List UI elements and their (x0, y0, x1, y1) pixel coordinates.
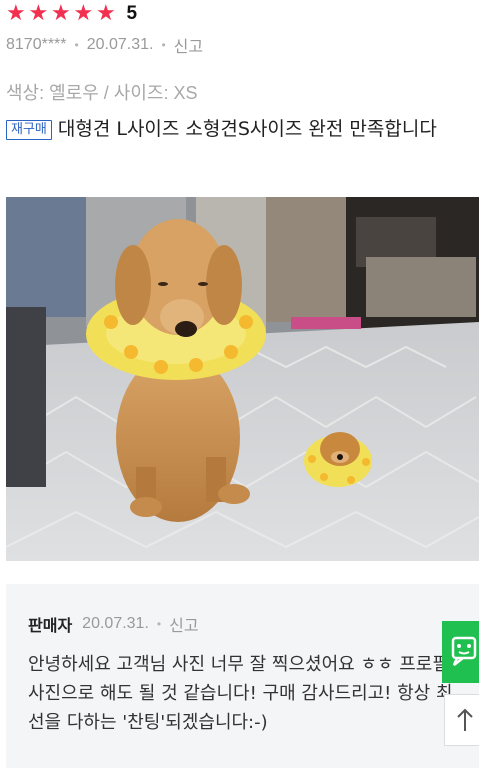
report-link[interactable]: 신고 (174, 33, 203, 57)
separator-dot: • (156, 617, 162, 631)
rating-row: ★ ★ ★ ★ ★ 5 (6, 2, 137, 26)
review-date: 20.07.31. (86, 36, 154, 53)
arrow-up-icon (456, 708, 473, 731)
star-icon: ★ (73, 1, 94, 26)
star-icon: ★ (51, 1, 71, 26)
rating-value: 5 (126, 3, 138, 24)
chat-bubble-icon (451, 636, 477, 666)
review-body: 재구매 대형견 L사이즈 소형견S사이즈 완전 만족합니다 (6, 114, 476, 145)
review-photo-image (6, 197, 479, 561)
separator-dot: • (74, 38, 79, 52)
seller-reply-text: 안녕하세요 고객님 사진 너무 잘 찍으셨어요 ㅎㅎ 프로필 사진으로 해도 될… (28, 654, 453, 733)
repurchase-badge: 재구매 (6, 120, 52, 140)
star-rating: ★ ★ ★ ★ ★ (6, 3, 119, 25)
chat-button[interactable] (442, 621, 479, 683)
review-text: 대형견 L사이즈 소형견S사이즈 완전 만족합니다 (57, 118, 437, 140)
seller-report-link[interactable]: 신고 (169, 612, 198, 636)
separator-dot: • (161, 38, 166, 52)
seller-reply-header: 판매자 20.07.31. • 신고 (28, 612, 199, 636)
seller-reply-date: 20.07.31. (82, 615, 149, 632)
seller-reply: 판매자 20.07.31. • 신고 안녕하세요 고객님 사진 너무 잘 찍으셨… (6, 584, 479, 768)
review-meta: 8170**** • 20.07.31. • 신고 (6, 33, 203, 57)
review-photo[interactable] (6, 197, 479, 561)
reviewer-id: 8170**** (6, 36, 67, 53)
star-icon: ★ (96, 1, 116, 26)
purchase-options: 색상: 옐로우 / 사이즈: XS (6, 83, 198, 103)
star-icon: ★ (6, 1, 26, 26)
scroll-top-button[interactable] (444, 694, 479, 746)
seller-name: 판매자 (28, 616, 73, 635)
star-icon: ★ (28, 1, 49, 26)
